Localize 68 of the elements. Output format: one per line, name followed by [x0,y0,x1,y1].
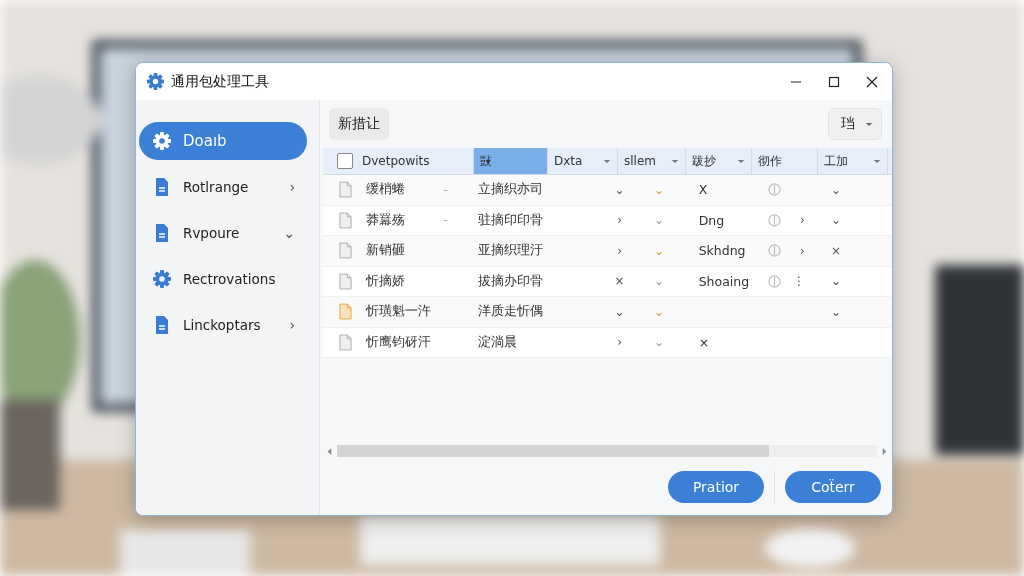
maximize-icon[interactable] [828,75,840,88]
row-toggle[interactable]: ⌄ [614,304,625,319]
column-header[interactable]: Dxta [548,148,618,174]
sidebar-item[interactable]: Rotlrange › [139,168,307,206]
dash-mark: - [443,213,448,228]
table-cell: 立摘织亦司 [477,181,543,199]
table-cell: 莽羃殇 [366,211,405,229]
column-header[interactable]: 彻作 [752,148,818,174]
table-cell: 拔摘办印骨 [477,272,543,290]
dropdown-button[interactable]: 珰 [828,108,882,140]
table-cell: X [698,182,708,198]
row-toggle[interactable]: ⌄ [830,304,841,319]
sidebar-item[interactable]: Rectrovations [139,260,307,298]
row-toggle[interactable]: ⋮ [792,274,805,289]
sidebar-item[interactable]: Doaıb [139,122,307,160]
row-toggle[interactable]: ⌄ [830,213,841,228]
row-toggle[interactable]: × [614,274,625,289]
row-toggle[interactable]: ⌄ [830,182,841,197]
toolbar-button[interactable]: 新措让 [329,108,389,140]
table-cell: 缓梢蜷 [366,181,405,199]
info-icon[interactable] [767,244,781,258]
row-toggle[interactable]: › [800,213,805,228]
caret-icon [603,158,611,164]
row-toggle[interactable]: › [617,335,622,350]
sidebar-item[interactable]: Rvpoure ⌄ [139,214,307,252]
gear-icon [152,269,172,289]
row-toggle[interactable]: ⌄ [614,182,625,197]
table-cell: 新销砸 [366,242,405,260]
info-icon[interactable] [767,213,781,227]
info-icon[interactable] [767,274,781,288]
action-button[interactable]: Pratior [668,471,764,503]
info-icon[interactable] [767,183,781,197]
caret-icon [873,158,881,164]
column-header[interactable]: 敱 [474,148,548,174]
table-cell: × [698,334,710,350]
scroll-left-icon[interactable] [326,446,333,456]
table-cell: Dng [698,212,725,228]
caret-icon [737,158,745,164]
row-toggle[interactable]: › [617,243,622,258]
table-cell: Shoaing [698,273,750,289]
caret-icon [671,158,679,164]
caret-icon [865,121,873,127]
window-title: 通用包处理工具 [171,72,270,91]
gear-icon [152,131,172,151]
table-cell: 忻璜魁一汻 [366,303,431,321]
dash-mark: - [443,182,448,197]
sidebar-item[interactable]: Linckoptars › [139,306,307,344]
table-cell: Skhdng [698,243,746,259]
row-toggle[interactable]: ⌄ [830,274,841,289]
column-header[interactable]: sllem [618,148,686,174]
table-cell: 忻鹰钧砑汗 [366,333,431,351]
scroll-right-icon[interactable] [881,446,888,456]
scrollbar-thumb[interactable] [337,445,769,457]
column-header[interactable]: 工加 [818,148,888,174]
row-toggle[interactable]: › [617,213,622,228]
table-cell: 洋质走忻偶 [477,303,543,321]
table-cell: 忻摘娇 [366,272,405,290]
column-header[interactable]: 跋抄 [686,148,752,174]
column-header[interactable]: Dvetpowits [323,148,474,174]
close-icon[interactable] [866,75,878,88]
action-button[interactable]: Coẗerr [785,471,881,503]
table-cell: 亚摘织理汙 [477,242,543,260]
checkbox[interactable] [337,153,353,169]
gear-icon [146,72,165,91]
table-cell: 淀淌晨 [477,333,517,351]
row-toggle[interactable]: × [830,243,841,258]
row-toggle[interactable]: › [800,243,805,258]
table-cell: 驻摘印印骨 [477,211,543,229]
